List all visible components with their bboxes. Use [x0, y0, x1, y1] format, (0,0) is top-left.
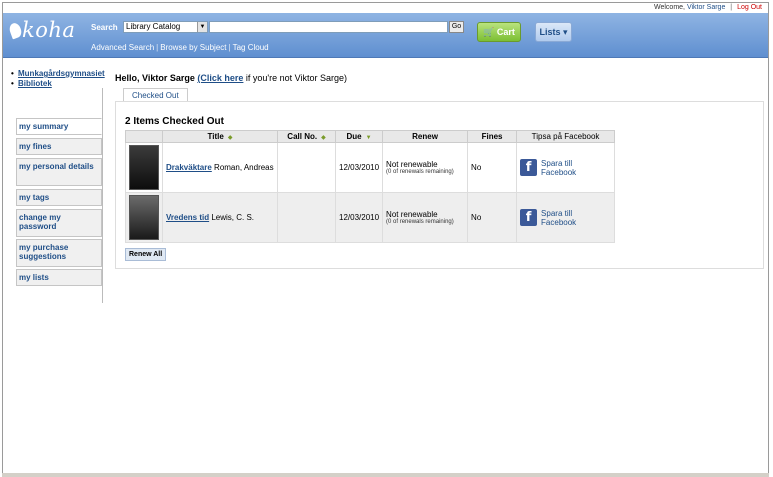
browse-by-subject-link[interactable]: Browse by Subject	[160, 43, 226, 52]
chevron-down-icon: ▼	[197, 22, 207, 32]
sort-icon: ◆	[321, 135, 326, 141]
column-cover	[125, 130, 163, 143]
renew-all-button[interactable]: Renew All	[125, 248, 167, 261]
koha-logo[interactable]: koha	[7, 19, 75, 41]
title-cell: Vredens tid Lewis, C. S.	[162, 192, 278, 243]
facebook-share[interactable]: f Spara till Facebook	[520, 209, 611, 227]
search-scope-select[interactable]: Library Catalog ▼	[123, 21, 208, 33]
browser-frame: Welcome, Viktor Sarge | Log Out koha Sea…	[2, 2, 769, 474]
status-bar	[2, 473, 769, 477]
facebook-share[interactable]: f Spara till Facebook	[520, 159, 611, 177]
title-link[interactable]: Drakväktare	[166, 163, 212, 172]
due-cell: 12/03/2010	[334, 192, 384, 243]
column-due[interactable]: Due ▼	[334, 130, 384, 143]
cart-icon: 🛒	[483, 27, 495, 37]
menu-my-summary[interactable]: my summary	[16, 118, 102, 135]
library-list: • Munkagårdsgymnasiet • Bibliotek	[11, 69, 105, 88]
menu-my-purchase-suggestions[interactable]: my purchase suggestions	[16, 239, 102, 267]
call-no-cell	[277, 142, 336, 193]
sort-icon: ▼	[365, 135, 372, 141]
lists-button[interactable]: Lists ▾	[535, 22, 572, 42]
facebook-cell: f Spara till Facebook	[516, 142, 616, 193]
library-link[interactable]: Munkagårdsgymnasiet	[18, 69, 105, 78]
cart-button[interactable]: 🛒 Cart	[477, 22, 521, 42]
menu-my-personal-details[interactable]: my personal details	[16, 158, 102, 186]
koha-logo-icon	[7, 21, 24, 40]
welcome-text: Welcome,	[654, 4, 685, 11]
logout-link[interactable]: Log Out	[737, 4, 762, 11]
table-row: Drakväktare Roman, Andreas 12/03/2010 No…	[125, 142, 616, 193]
tab-checked-out[interactable]: Checked Out	[123, 88, 188, 102]
checked-out-panel: 2 Items Checked Out Title ◆ Call No. ◆ Due…	[115, 101, 764, 269]
user-menu: my summary my fines my personal details …	[16, 88, 103, 303]
checked-out-heading: 2 Items Checked Out	[125, 116, 224, 127]
column-renew: Renew	[382, 130, 469, 143]
facebook-icon: f	[520, 209, 538, 226]
separator: |	[730, 4, 733, 11]
renew-cell: Not renewable (0 of renewals remaining)	[382, 192, 469, 243]
column-fines: Fines	[467, 130, 518, 143]
search-label: Search	[91, 23, 118, 32]
renew-cell: Not renewable (0 of renewals remaining)	[382, 142, 469, 193]
search-input[interactable]	[209, 21, 448, 33]
header: koha Search Library Catalog ▼ Go 🛒 Cart …	[3, 13, 768, 58]
go-button[interactable]: Go	[449, 21, 464, 33]
greeting: Hello, Viktor Sarge (Click here if you'r…	[115, 73, 348, 83]
menu-change-password[interactable]: change my password	[16, 209, 102, 237]
cover-cell	[125, 142, 163, 193]
call-no-cell	[277, 192, 336, 243]
library-link[interactable]: Bibliotek	[18, 79, 52, 88]
table-row: Vredens tid Lewis, C. S. 12/03/2010 Not …	[125, 192, 616, 243]
checked-out-table: Title ◆ Call No. ◆ Due ▼ Renew Fines Tipsa …	[125, 130, 616, 243]
top-bar: Welcome, Viktor Sarge | Log Out	[3, 3, 768, 13]
facebook-icon: f	[520, 159, 538, 176]
title-cell: Drakväktare Roman, Andreas	[162, 142, 278, 193]
not-you-link[interactable]: (Click here	[197, 73, 243, 83]
book-cover[interactable]	[129, 195, 159, 240]
fines-cell: No	[467, 142, 518, 193]
menu-my-fines[interactable]: my fines	[16, 138, 102, 155]
main-content: Hello, Viktor Sarge (Click here if you'r…	[115, 73, 764, 269]
menu-my-lists[interactable]: my lists	[16, 269, 102, 286]
advanced-search-link[interactable]: Advanced Search	[91, 43, 154, 52]
facebook-cell: f Spara till Facebook	[516, 192, 616, 243]
column-facebook: Tipsa på Facebook	[516, 130, 616, 143]
sort-icon: ◆	[227, 135, 233, 141]
sub-nav: Advanced Search | Browse by Subject | Tag Cl…	[91, 43, 269, 52]
column-title[interactable]: Title ◆	[162, 130, 278, 143]
menu-my-tags[interactable]: my tags	[16, 189, 102, 206]
user-link[interactable]: Viktor Sarge	[687, 4, 725, 11]
book-cover[interactable]	[129, 145, 159, 190]
cover-cell	[125, 192, 163, 243]
column-call-no[interactable]: Call No. ◆	[277, 130, 336, 143]
fines-cell: No	[467, 192, 518, 243]
title-link[interactable]: Vredens tid	[166, 213, 209, 222]
due-cell: 12/03/2010	[334, 142, 384, 193]
tag-cloud-link[interactable]: Tag Cloud	[233, 43, 269, 52]
